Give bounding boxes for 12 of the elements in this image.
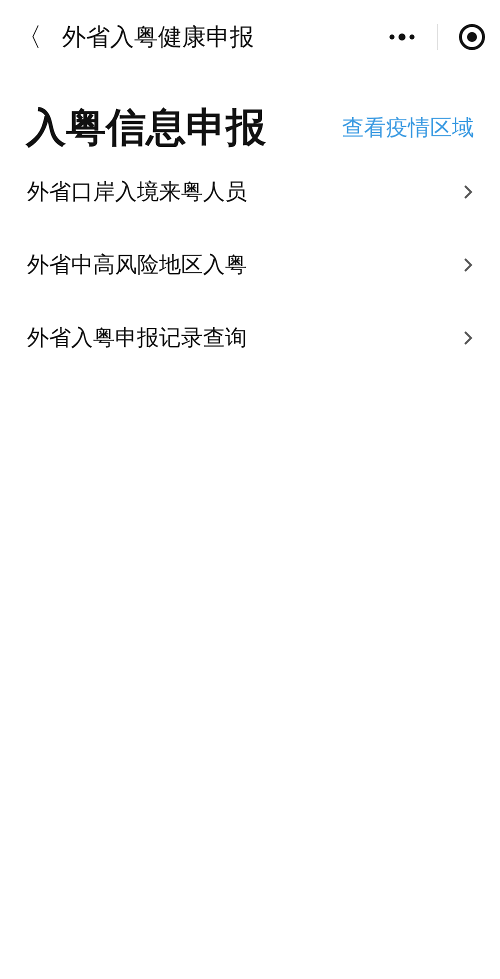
back-button[interactable]: 〈 <box>16 20 50 54</box>
target-icon <box>458 23 486 51</box>
menu-item[interactable]: 外省口岸入境来粤人员 <box>0 155 500 228</box>
chevron-right-icon <box>462 182 474 200</box>
section-heading: 入粤信息申报 <box>26 104 266 153</box>
chevron-right-icon <box>462 328 474 346</box>
close-button[interactable] <box>458 23 486 51</box>
menu-item[interactable]: 外省中高风险地区入粤 <box>0 228 500 301</box>
page-title: 外省入粤健康申报 <box>62 22 255 53</box>
more-icon <box>388 33 416 41</box>
chevron-right-icon <box>462 256 474 274</box>
menu-item[interactable]: 外省入粤申报记录查询 <box>0 301 500 374</box>
